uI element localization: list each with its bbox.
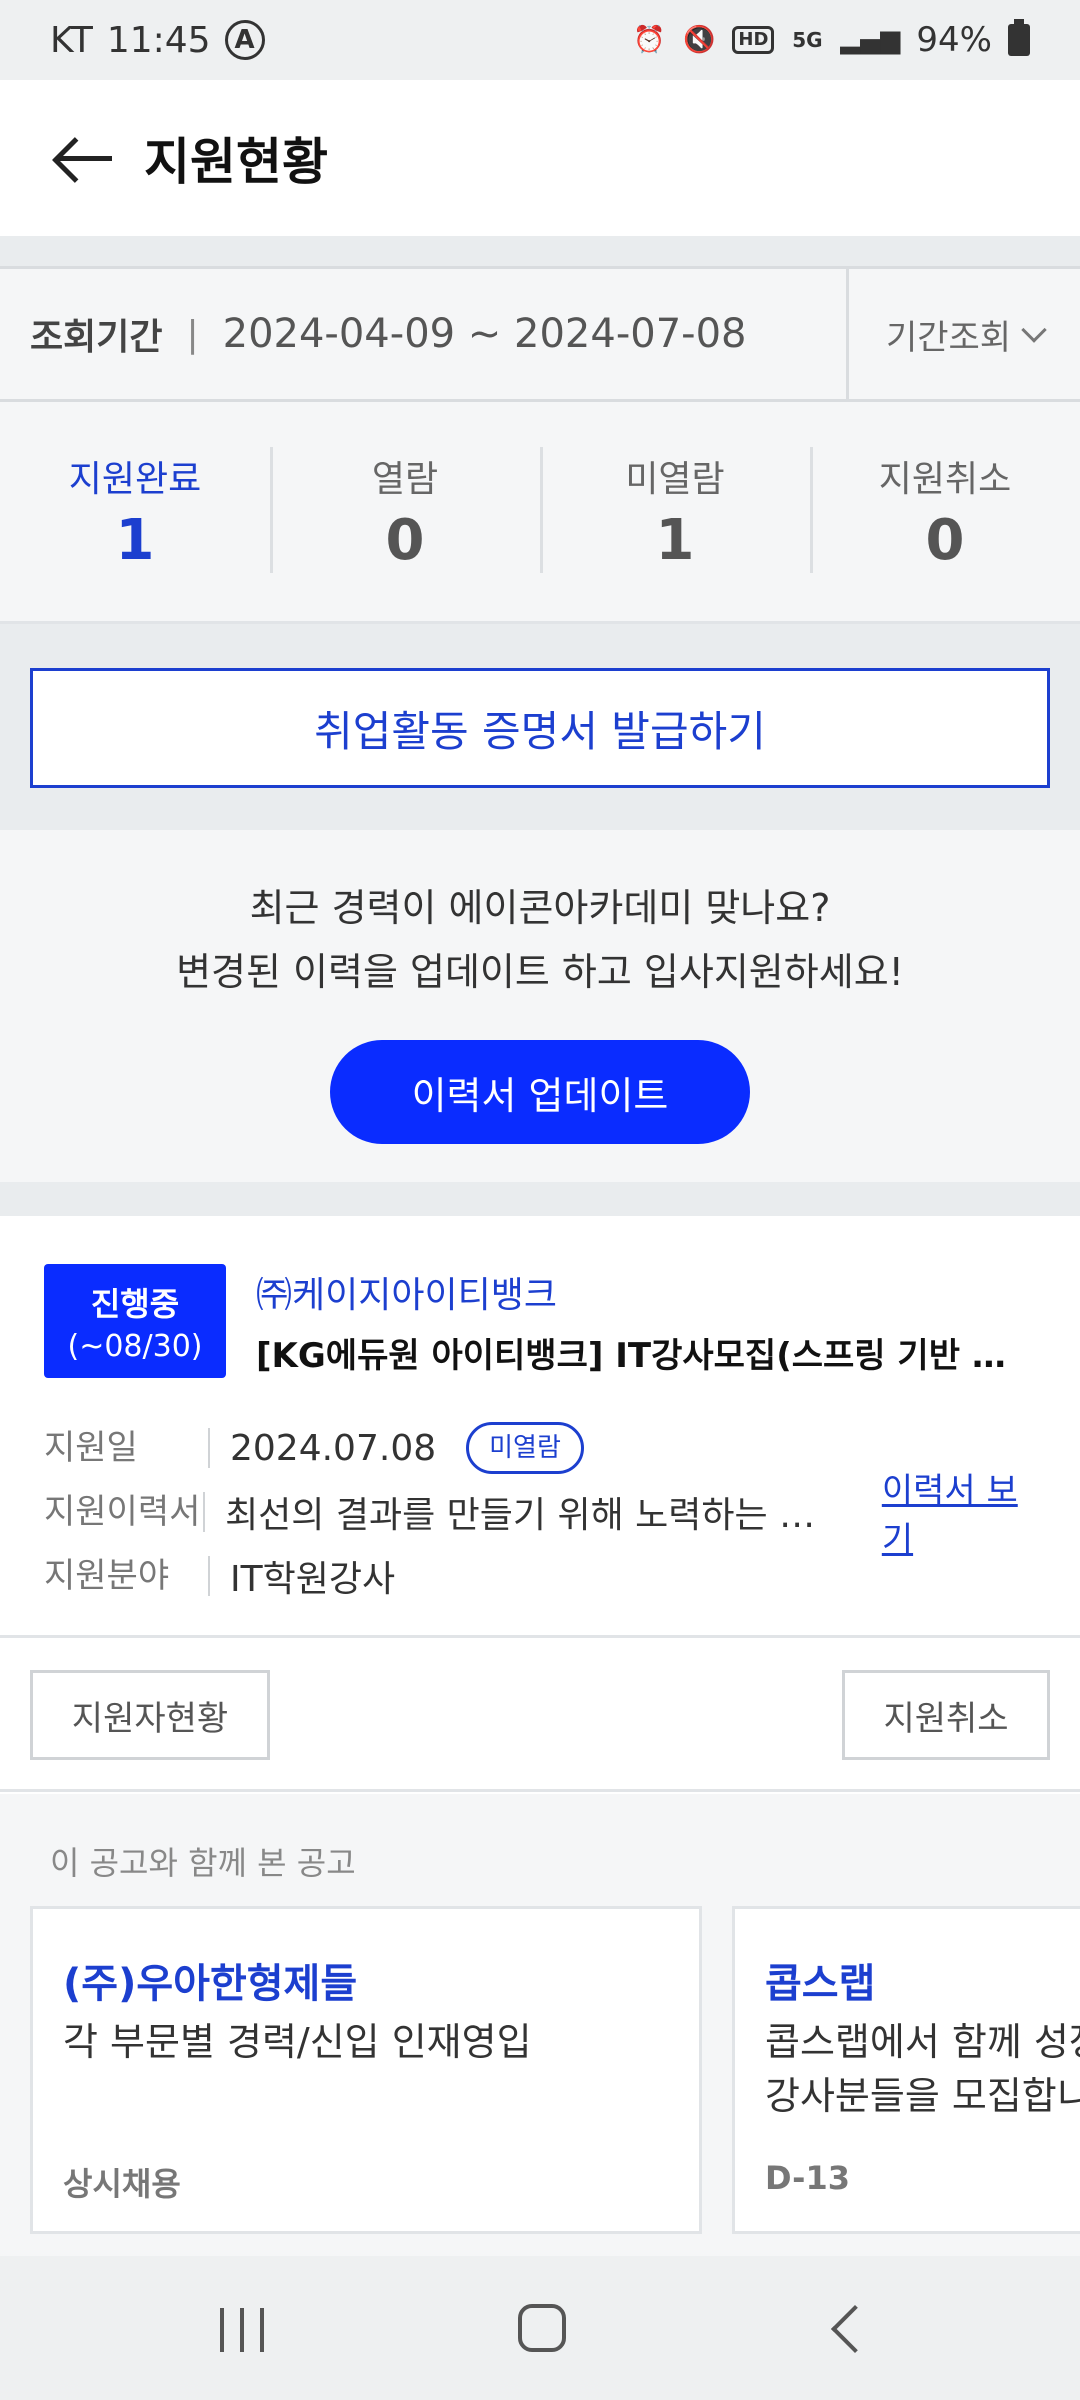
stat-unviewed[interactable]: 미열람 1 (540, 446, 810, 577)
signal-icon: ▂▄▆ (840, 25, 901, 55)
related-posting-card[interactable]: (주)우아한형제들 각 부문별 경력/신입 인재영입 상시채용 (30, 1906, 702, 2234)
divider (0, 1182, 1080, 1216)
stat-value: 0 (925, 508, 965, 573)
recent-apps-icon[interactable] (220, 2308, 264, 2352)
promo-text: 최근 경력이 에이콘아카데미 맞나요? (249, 886, 831, 930)
system-back-icon[interactable] (830, 2304, 880, 2354)
stat-viewed[interactable]: 열람 0 (270, 446, 540, 577)
period-search-button[interactable]: 기간조회 (846, 269, 1080, 399)
stat-value: 1 (655, 508, 695, 573)
stat-value: 0 (385, 508, 425, 573)
divider (0, 236, 1080, 266)
stat-applied[interactable]: 지원완료 1 (0, 447, 270, 577)
cancel-application-button[interactable]: 지원취소 (842, 1670, 1050, 1760)
status-badge: 진행중 (~08/30) (44, 1264, 226, 1378)
company-name-link[interactable]: ㈜케이지아이티뱅크 (256, 1266, 557, 1318)
related-tag: D-13 (765, 2159, 850, 2197)
info-row-field: 지원분야 IT학원강사 (44, 1546, 1044, 1606)
page-title: 지원현황 (144, 133, 328, 191)
info-value: 2024.07.08 (230, 1427, 437, 1469)
applicants-status-button[interactable]: 지원자현황 (30, 1670, 270, 1760)
mute-icon: 🔇 (683, 25, 716, 55)
promo-text: 변경된 이력을 업데이트 하고 입사지원하세요! (176, 950, 904, 994)
related-posting-card[interactable]: 콥스랩 콥스랩에서 함께 성장할 강사분들을 모집합니다 D-13 (732, 1906, 1080, 2234)
info-row-resume: 지원이력서 최선의 결과를 만들기 위해 노력하는 인재입니다 이력서 보기 (44, 1471, 1044, 1560)
stat-value: 1 (115, 508, 155, 573)
home-icon[interactable] (518, 2304, 566, 2352)
info-value: 최선의 결과를 만들기 위해 노력하는 인재입니다 (225, 1495, 846, 1536)
status-bar: KT 11:45 A ⏰ 🔇 HD 5G ▂▄▆ 94% (0, 0, 1080, 80)
info-key: 지원이력서 (44, 1492, 206, 1532)
period-separator: | (186, 313, 199, 355)
status-badge-label: 진행중 (90, 1284, 180, 1323)
period-filter-bar: 조회기간 | 2024-04-09 ~ 2024-07-08 기간조회 (0, 266, 1080, 402)
update-resume-button[interactable]: 이력서 업데이트 (330, 1040, 750, 1144)
related-description-line: 콥스랩에서 함께 성장할 (765, 2020, 1080, 2064)
resume-update-promo: 최근 경력이 에이콘아카데미 맞나요? 변경된 이력을 업데이트 하고 입사지원… (0, 830, 1080, 1182)
auto-icon: A (224, 20, 265, 60)
section-title: 이 공고와 함께 본 공고 (50, 1844, 356, 1882)
stat-cancelled[interactable]: 지원취소 0 (810, 446, 1080, 577)
stat-label: 지원완료 (68, 459, 202, 500)
info-value: IT학원강사 (230, 1559, 396, 1600)
application-actions: 지원자현황 지원취소 (0, 1640, 1080, 1792)
related-description-line: 강사분들을 모집합니다 (765, 2074, 1080, 2118)
info-key: 지원일 (44, 1428, 210, 1468)
info-key: 지원분야 (44, 1556, 210, 1596)
read-status-badge: 미열람 (466, 1422, 584, 1474)
status-badge-deadline: (~08/30) (67, 1328, 203, 1364)
related-company: 콥스랩 (765, 1961, 876, 2007)
issue-certificate-button[interactable]: 취업활동 증명서 발급하기 (30, 668, 1050, 788)
stat-label: 지원취소 (878, 459, 1012, 500)
period-range: 2024-04-09 ~ 2024-07-08 (222, 311, 747, 357)
related-description-line: 각 부문별 경력/신입 인재영입 (63, 2020, 532, 2064)
app-header: 지원현황 (0, 80, 1080, 236)
battery-icon (1008, 19, 1030, 56)
chevron-down-icon (1021, 317, 1047, 343)
alarm-icon: ⏰ (633, 25, 666, 55)
related-description: 콥스랩에서 함께 성장할 강사분들을 모집합니다 (765, 2015, 1080, 2123)
related-description: 각 부문별 경력/신입 인재영입 (63, 2015, 663, 2069)
related-postings: 이 공고와 함께 본 공고 (주)우아한형제들 각 부문별 경력/신입 인재영입… (0, 1794, 1080, 2256)
stat-label: 미열람 (625, 459, 725, 500)
application-card: 진행중 (~08/30) ㈜케이지아이티뱅크 [KG에듀원 아이티뱅크] IT강… (0, 1216, 1080, 1638)
job-title-link[interactable]: [KG에듀원 아이티뱅크] IT강사모집(스프링 기반 개발 강의) (256, 1328, 1036, 1377)
system-nav-bar (0, 2256, 1080, 2400)
related-tag: 상시채용 (63, 2165, 181, 2203)
network-type-icon: 5G (792, 28, 823, 52)
hd-voice-icon: HD (732, 26, 775, 54)
application-stats: 지원완료 1 열람 0 미열람 1 지원취소 0 (0, 402, 1080, 624)
back-arrow-icon[interactable] (50, 128, 120, 188)
period-label: 조회기간 (30, 317, 163, 358)
related-company: (주)우아한형제들 (63, 1961, 358, 2007)
carrier-label: KT (50, 19, 93, 61)
stat-label: 열람 (371, 459, 439, 500)
battery-percent: 94% (916, 20, 992, 60)
period-search-label: 기간조회 (885, 317, 1012, 358)
clock: 11:45 (106, 19, 211, 61)
certificate-section: 취업활동 증명서 발급하기 (0, 624, 1080, 830)
